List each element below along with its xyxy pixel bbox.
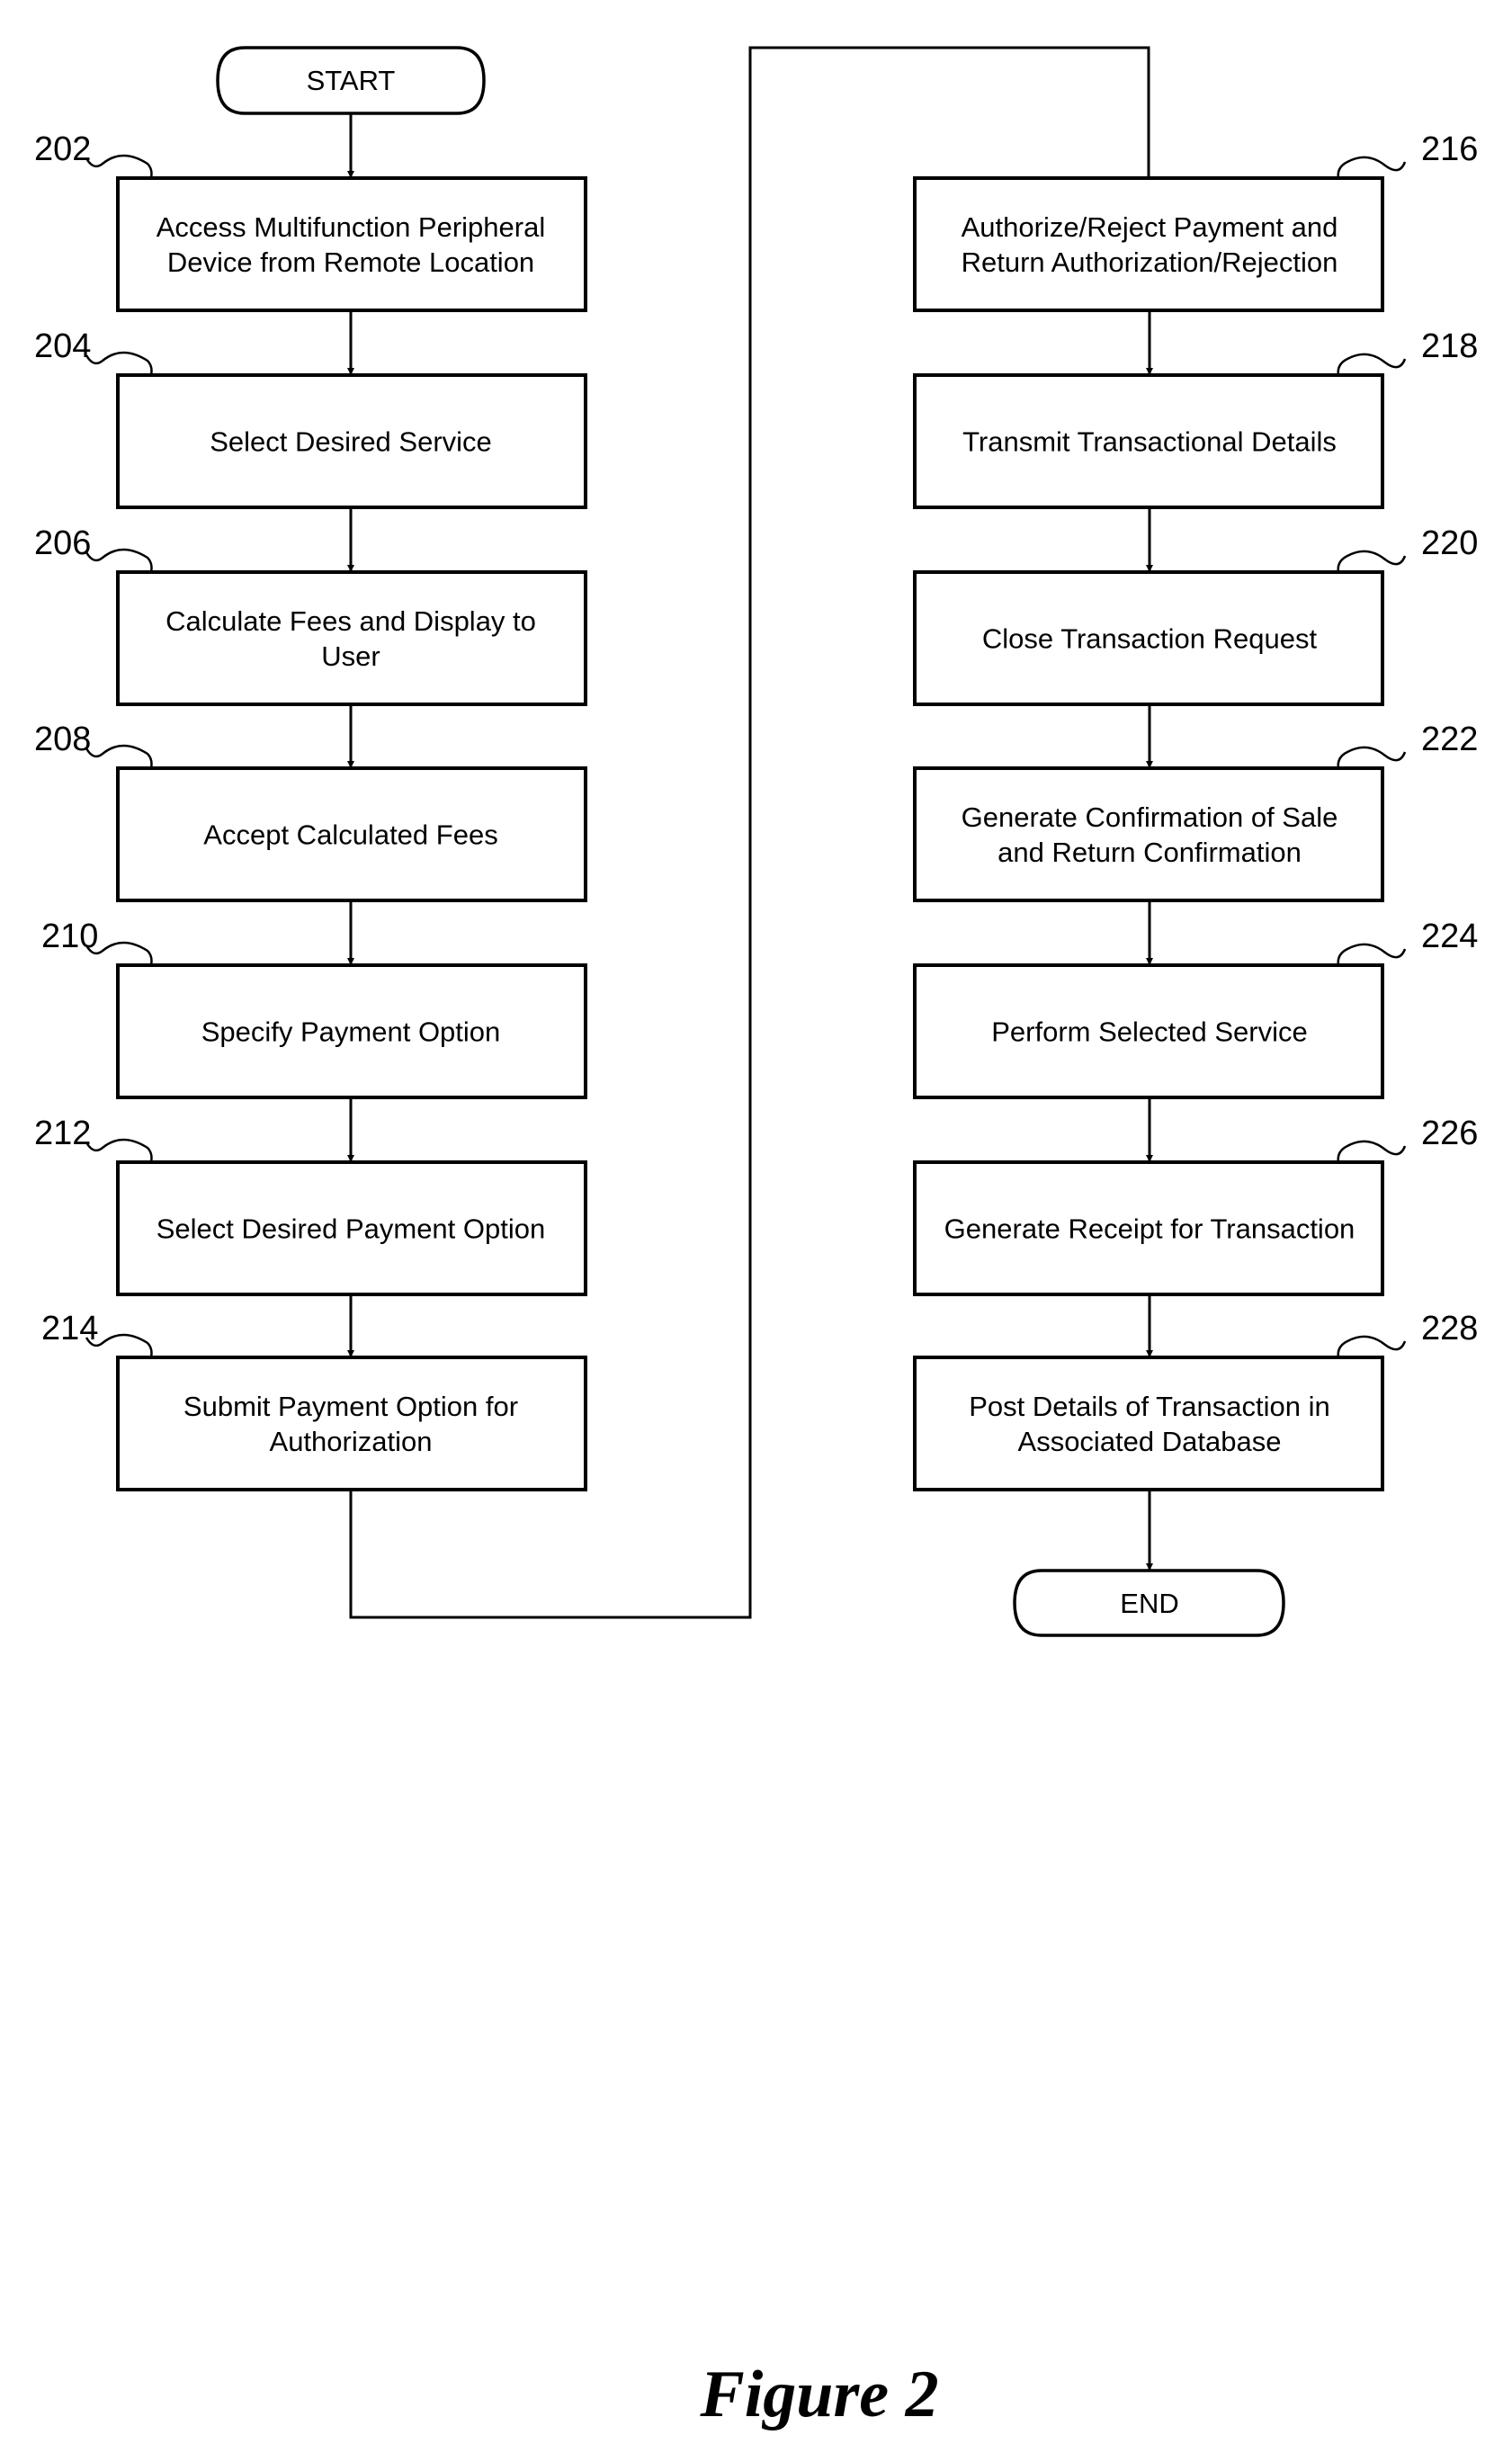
reference-number: 218	[1421, 327, 1478, 365]
step-label-line: Post Details of Transaction in	[969, 1391, 1329, 1422]
reference-number: 222	[1421, 721, 1478, 758]
step-label-line: Submit Payment Option for	[183, 1391, 518, 1422]
leader-squiggle	[85, 548, 153, 573]
step-222: Generate Confirmation of Sale and Return …	[913, 721, 1478, 902]
step-label-line: Close Transaction Request	[982, 623, 1318, 655]
step-label-line: Generate Receipt for Transaction	[944, 1213, 1355, 1245]
start-label: START	[307, 65, 396, 96]
step-label-line: Device from Remote Location	[167, 246, 534, 278]
step-box	[116, 570, 587, 706]
step-218: Transmit Transactional Details 218	[913, 327, 1478, 509]
reference-number: 208	[34, 721, 91, 758]
step-206: Calculate Fees and Display toUser 206	[34, 524, 587, 706]
leader-squiggle	[1337, 353, 1407, 376]
step-label-line: Authorize/Reject Payment and	[962, 211, 1338, 243]
step-label-line: User	[321, 640, 380, 672]
reference-number: 212	[34, 1115, 91, 1152]
step-label-line: Perform Selected Service	[991, 1016, 1307, 1048]
end-terminator: END	[1013, 1569, 1285, 1637]
step-220: Close Transaction Request 220	[913, 524, 1478, 706]
leader-squiggle	[85, 744, 153, 769]
leader-squiggle	[1337, 746, 1407, 769]
end-label: END	[1120, 1588, 1178, 1619]
leader-squiggle	[1337, 1335, 1407, 1358]
step-202: Access Multifunction PeripheralDevice fr…	[34, 130, 587, 312]
step-box	[116, 176, 587, 312]
flowchart: START END Access Multifunction Periphera…	[34, 46, 1478, 1637]
step-212: Select Desired Payment Option 212	[34, 1115, 587, 1296]
leader-squiggle	[1337, 156, 1407, 179]
step-box	[913, 766, 1384, 902]
leader-squiggle	[1337, 943, 1407, 966]
step-204: Select Desired Service 204	[34, 327, 587, 509]
reference-number: 202	[34, 130, 91, 168]
leader-squiggle	[1337, 1140, 1407, 1163]
step-228: Post Details of Transaction in Associated…	[913, 1310, 1478, 1491]
step-label-line: Return Authorization/Rejection	[962, 246, 1338, 278]
reference-number: 206	[34, 524, 91, 562]
step-label-line: Generate Confirmation of Sale	[962, 801, 1338, 833]
step-label-line: Specify Payment Option	[201, 1016, 501, 1048]
leader-squiggle	[85, 1138, 153, 1163]
leader-squiggle	[85, 351, 153, 376]
leader-squiggle	[1337, 550, 1407, 573]
leader-squiggle	[85, 154, 153, 179]
step-box	[913, 1356, 1384, 1491]
start-terminator: START	[216, 46, 486, 115]
reference-number: 228	[1421, 1310, 1478, 1347]
reference-number: 226	[1421, 1115, 1478, 1152]
reference-number: 216	[1421, 130, 1478, 168]
step-label-line: Access Multifunction Peripheral	[157, 211, 545, 243]
step-210: Specify Payment Option210	[41, 918, 587, 1099]
step-214: Submit Payment Option forAuthorization21…	[41, 1310, 587, 1491]
step-label-line: and Return Confirmation	[998, 837, 1302, 868]
step-226: Generate Receipt for Transaction 226	[913, 1115, 1478, 1296]
step-box	[913, 176, 1384, 312]
step-label-line: Transmit Transactional Details	[962, 426, 1337, 458]
step-216: Authorize/Reject Payment andReturn Autho…	[913, 130, 1478, 312]
step-label-line: Authorization	[270, 1426, 433, 1457]
step-208: Accept Calculated Fees 208	[34, 721, 587, 902]
step-label-line: Accept Calculated Fees	[203, 819, 497, 851]
step-label-line: Calculate Fees and Display to	[166, 605, 536, 637]
reference-number: 204	[34, 327, 91, 365]
step-label-line: Select Desired Payment Option	[157, 1213, 546, 1245]
step-224: Perform Selected Service 224	[913, 918, 1478, 1099]
steps-layer: Access Multifunction PeripheralDevice fr…	[34, 130, 1478, 1491]
figure-caption: Figure 2	[700, 2358, 939, 2431]
step-label-line: Associated Database	[1018, 1426, 1282, 1457]
reference-number: 220	[1421, 524, 1478, 562]
step-box	[116, 1356, 587, 1491]
reference-number: 224	[1421, 918, 1478, 955]
step-label-line: Select Desired Service	[210, 426, 492, 458]
